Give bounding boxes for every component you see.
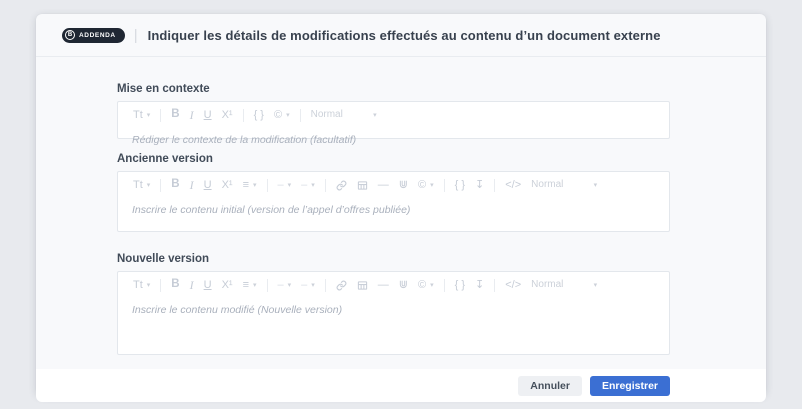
modal-header: B ADDENDA | Indiquer les détails de modi… <box>36 14 766 57</box>
logo-circle-icon: B <box>65 30 75 40</box>
chevron-down-icon: ▾ <box>288 182 292 189</box>
editor-placeholder: Inscrire le contenu modifié (Nouvelle ve… <box>132 304 342 316</box>
special-symbol-icon[interactable]: ⋓ <box>394 280 413 291</box>
superscript-icon[interactable]: X¹ <box>217 280 238 291</box>
cancel-button[interactable]: Annuler <box>518 376 582 396</box>
bold-icon[interactable]: B <box>166 279 184 291</box>
header-divider: | <box>134 27 138 44</box>
editor-nouvelle-version[interactable]: Tt▾ BIUX¹≡▾ –▾–▾ —⋓©▾ { }↧ </>Normal▾ Inscrir… <box>117 271 670 355</box>
italic-icon[interactable]: I <box>185 179 199 191</box>
modal-footer: Annuler Enregistrer <box>36 369 766 402</box>
editor-placeholder: Rédiger le contexte de la modification (… <box>132 134 356 146</box>
italic-icon[interactable]: I <box>185 279 199 291</box>
chevron-down-icon: ▾ <box>430 182 434 189</box>
chevron-down-icon: ▾ <box>594 282 598 289</box>
link-icon[interactable] <box>331 180 352 191</box>
paragraph-style-dropdown[interactable]: Normal▾ <box>526 180 602 190</box>
toolbar-divider <box>494 279 495 292</box>
text-color-dropdown[interactable]: –▾ <box>273 180 297 191</box>
toolbar-divider <box>325 179 326 192</box>
toolbar-divider <box>267 179 268 192</box>
braces-icon[interactable]: { } <box>450 180 470 191</box>
table-icon[interactable] <box>352 180 373 191</box>
chevron-down-icon: ▾ <box>147 182 151 189</box>
font-size-dropdown[interactable]: Tt▾ <box>128 110 155 121</box>
chevron-down-icon: ▾ <box>147 282 151 289</box>
copyright-dropdown[interactable]: ©▾ <box>413 180 439 191</box>
rich-text-toolbar: Tt▾ BIUX¹≡▾ –▾–▾ —⋓©▾ { }↧ </>Normal▾ <box>118 272 669 296</box>
bold-icon[interactable]: B <box>166 179 184 191</box>
align-dropdown[interactable]: ≡▾ <box>238 280 262 291</box>
source-code-icon[interactable]: </> <box>500 180 526 191</box>
font-size-dropdown[interactable]: Tt▾ <box>128 180 155 191</box>
underline-icon[interactable]: U <box>199 280 217 291</box>
paragraph-style-dropdown[interactable]: Normal▾ <box>526 280 602 290</box>
copyright-dropdown[interactable]: ©▾ <box>413 280 439 291</box>
chevron-down-icon: ▾ <box>253 182 257 189</box>
source-code-icon[interactable]: </> <box>500 280 526 291</box>
addenda-modal: B ADDENDA | Indiquer les détails de modi… <box>36 14 766 395</box>
editor-content-area[interactable]: Inscrire le contenu modifié (Nouvelle ve… <box>118 296 669 322</box>
superscript-icon[interactable]: X¹ <box>217 180 238 191</box>
save-button[interactable]: Enregistrer <box>590 376 670 396</box>
page-background: { "modal": { "badge": { "label": "ADDEND… <box>0 0 802 409</box>
highlight-color-dropdown[interactable]: –▾ <box>296 180 320 191</box>
chevron-down-icon: ▾ <box>253 282 257 289</box>
toolbar-divider <box>160 279 161 292</box>
anchor-icon[interactable]: ↧ <box>470 280 489 291</box>
chevron-down-icon: ▾ <box>430 282 434 289</box>
text-color-dropdown[interactable]: –▾ <box>273 280 297 291</box>
special-character-dropdown[interactable]: ©▾ <box>269 110 295 121</box>
font-size-dropdown[interactable]: Tt▾ <box>128 280 155 291</box>
section-label-mise-en-contexte: Mise en contexte <box>117 83 670 95</box>
chevron-down-icon: ▾ <box>311 282 315 289</box>
chevron-down-icon: ▾ <box>147 112 151 119</box>
table-icon[interactable] <box>352 280 373 291</box>
braces-icon[interactable]: { } <box>450 280 470 291</box>
toolbar-divider <box>160 179 161 192</box>
modal-body: Mise en contexte Tt▾BIUX¹{ }©▾Normal▾ Ré… <box>36 57 766 369</box>
chevron-down-icon: ▾ <box>594 182 598 189</box>
toolbar-divider <box>494 179 495 192</box>
braces-icon[interactable]: { } <box>249 110 269 121</box>
toolbar-divider <box>300 109 301 122</box>
toolbar-divider <box>325 279 326 292</box>
horizontal-rule-icon[interactable]: — <box>373 180 394 191</box>
badge-label: ADDENDA <box>79 32 116 39</box>
special-symbol-icon[interactable]: ⋓ <box>394 180 413 191</box>
bold-icon[interactable]: B <box>166 109 184 121</box>
editor-ancienne-version[interactable]: Tt▾ BIUX¹≡▾ –▾–▾ —⋓©▾ { }↧ </>Normal▾ Inscrir… <box>117 171 670 232</box>
align-dropdown[interactable]: ≡▾ <box>238 180 262 191</box>
editor-content-area[interactable]: Inscrire le contenu initial (version de … <box>118 196 669 222</box>
modal-title: Indiquer les détails de modifications ef… <box>148 28 661 43</box>
toolbar-divider <box>444 279 445 292</box>
highlight-color-dropdown[interactable]: –▾ <box>296 280 320 291</box>
underline-icon[interactable]: U <box>199 180 217 191</box>
section-label-nouvelle-version: Nouvelle version <box>117 253 670 265</box>
chevron-down-icon: ▾ <box>311 182 315 189</box>
chevron-down-icon: ▾ <box>286 112 290 119</box>
toolbar-divider <box>267 279 268 292</box>
toolbar-divider <box>444 179 445 192</box>
chevron-down-icon: ▾ <box>373 112 377 119</box>
italic-icon[interactable]: I <box>185 109 199 121</box>
underline-icon[interactable]: U <box>199 110 217 121</box>
addenda-badge: B ADDENDA <box>62 28 125 43</box>
editor-content-area[interactable]: Rédiger le contexte de la modification (… <box>118 126 669 152</box>
superscript-icon[interactable]: X¹ <box>217 110 238 121</box>
toolbar-divider <box>243 109 244 122</box>
chevron-down-icon: ▾ <box>288 282 292 289</box>
rich-text-toolbar: Tt▾ BIUX¹ { }©▾ Normal▾ <box>118 102 669 126</box>
rich-text-toolbar: Tt▾ BIUX¹≡▾ –▾–▾ —⋓©▾ { }↧ </>Normal▾ <box>118 172 669 196</box>
anchor-icon[interactable]: ↧ <box>470 180 489 191</box>
section-label-ancienne-version: Ancienne version <box>117 153 670 165</box>
editor-mise-en-contexte[interactable]: Tt▾BIUX¹{ }©▾Normal▾ Rédiger le contexte… <box>117 101 670 139</box>
editor-placeholder: Inscrire le contenu initial (version de … <box>132 204 410 216</box>
link-icon[interactable] <box>331 280 352 291</box>
paragraph-style-dropdown[interactable]: Normal▾ <box>306 110 382 120</box>
horizontal-rule-icon[interactable]: — <box>373 280 394 291</box>
toolbar-divider <box>160 109 161 122</box>
